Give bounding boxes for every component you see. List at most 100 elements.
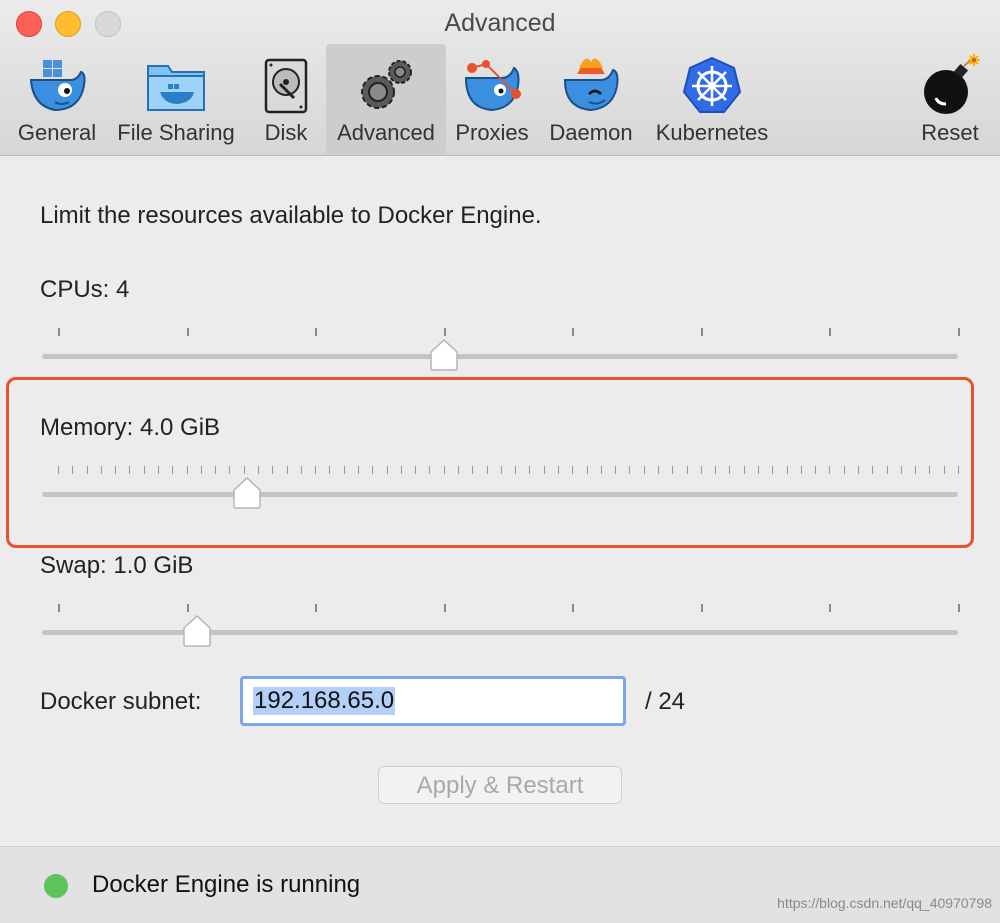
slider-tick: [200, 466, 202, 474]
slider-tick: [386, 466, 388, 474]
swap-label: Swap: 1.0 GiB: [40, 552, 194, 579]
slider-tick: [686, 466, 688, 474]
slider-tick: [772, 466, 774, 474]
slider-track: [42, 492, 958, 497]
slider-tick: [700, 328, 703, 336]
slider-tick: [515, 466, 517, 474]
slider-tick: [443, 604, 446, 612]
kubernetes-icon: [682, 56, 742, 113]
slider-tick: [900, 466, 902, 474]
tab-disk[interactable]: Disk: [250, 44, 322, 154]
slider-tick: [500, 466, 502, 474]
slider-tick: [572, 604, 575, 612]
slider-tick: [272, 466, 274, 474]
slider-tick: [129, 466, 131, 474]
slider-tick: [958, 328, 960, 336]
slider-tick: [86, 466, 88, 474]
tab-daemon[interactable]: Daemon: [546, 44, 636, 154]
slider-tick: [558, 466, 559, 474]
folder-whale-icon: [147, 65, 205, 111]
apply-restart-button[interactable]: Apply & Restart: [378, 766, 622, 804]
gears-icon: [361, 60, 412, 109]
slider-tick: [672, 466, 674, 474]
slider-tick: [443, 328, 446, 336]
memory-slider[interactable]: [42, 452, 959, 509]
cpus-label: CPUs: 4: [40, 276, 130, 303]
slider-tick: [286, 466, 288, 474]
slider-tick: [658, 466, 659, 474]
reset-button[interactable]: Reset: [910, 44, 990, 154]
toolbar: Advanced General File Sharing Disk Advan…: [0, 0, 1000, 156]
slider-tick: [258, 466, 259, 474]
status-text: Docker Engine is running: [92, 871, 361, 898]
slider-tick: [429, 466, 431, 474]
slider-tick: [915, 466, 917, 474]
tab-label: Daemon: [549, 120, 633, 145]
slider-thumb[interactable]: [232, 476, 262, 510]
status-running-icon: [44, 874, 68, 898]
bomb-icon: [924, 54, 980, 114]
slider-tick: [315, 604, 318, 612]
tab-label: File Sharing: [117, 120, 235, 145]
swap-slider[interactable]: [42, 590, 960, 647]
intro-text: Limit the resources available to Docker …: [40, 202, 542, 229]
tab-general[interactable]: General: [12, 44, 102, 154]
slider-tick: [215, 466, 217, 474]
slider-tick: [786, 466, 788, 474]
tab-label: Proxies: [455, 120, 529, 145]
slider-tick: [443, 466, 445, 474]
tab-label: Reset: [921, 120, 979, 145]
slider-tick: [58, 466, 59, 474]
slider-tick: [472, 466, 474, 474]
slider-track: [42, 354, 958, 359]
slider-tick: [800, 466, 802, 474]
slider-tick: [958, 466, 959, 474]
slider-thumb[interactable]: [429, 338, 459, 372]
cpus-slider[interactable]: [42, 314, 960, 371]
window-title: Advanced: [444, 9, 556, 37]
tab-kubernetes[interactable]: Kubernetes: [650, 44, 774, 154]
slider-tick: [829, 604, 832, 612]
subnet-value: 192.168.65.0: [253, 687, 396, 715]
slider-tick: [186, 328, 189, 336]
slider-tick: [486, 466, 488, 474]
slider-tick: [358, 466, 359, 474]
slider-tick: [543, 466, 545, 474]
slider-tick: [886, 466, 888, 474]
slider-tick: [415, 466, 417, 474]
slider-tick: [858, 466, 859, 474]
subnet-input[interactable]: 192.168.65.0: [240, 676, 626, 726]
slider-tick: [715, 466, 717, 474]
slider-thumb[interactable]: [182, 614, 212, 648]
tab-advanced[interactable]: Advanced: [326, 44, 446, 154]
watermark: https://blog.csdn.net/qq_40970798: [777, 895, 992, 911]
slider-tick: [572, 466, 574, 474]
advanced-pane: Limit the resources available to Docker …: [0, 156, 1000, 846]
tab-label: Disk: [264, 120, 308, 145]
slider-tick: [700, 604, 703, 612]
slider-tick: [629, 466, 631, 474]
slider-tick: [315, 466, 317, 474]
slider-tick: [600, 466, 602, 474]
slider-tick: [872, 466, 874, 474]
slider-tick: [643, 466, 645, 474]
slider-tick: [243, 466, 245, 474]
whale-proxies-icon: [464, 60, 521, 112]
tab-label: Advanced: [337, 120, 435, 145]
slider-tick: [143, 466, 145, 474]
slider-tick: [329, 466, 331, 474]
slider-tick: [529, 466, 531, 474]
slider-tick: [100, 466, 102, 474]
tab-label: Kubernetes: [655, 120, 769, 145]
slider-tick: [458, 466, 459, 474]
slider-tick: [958, 604, 960, 612]
subnet-label: Docker subnet:: [40, 688, 202, 715]
slider-tick: [315, 328, 318, 336]
slider-tick: [815, 466, 817, 474]
tab-proxies[interactable]: Proxies: [450, 44, 534, 154]
slider-tick: [700, 466, 702, 474]
tab-file-sharing[interactable]: File Sharing: [112, 44, 240, 154]
slider-tick: [115, 466, 117, 474]
slider-tick: [615, 466, 617, 474]
slider-track: [42, 630, 958, 635]
